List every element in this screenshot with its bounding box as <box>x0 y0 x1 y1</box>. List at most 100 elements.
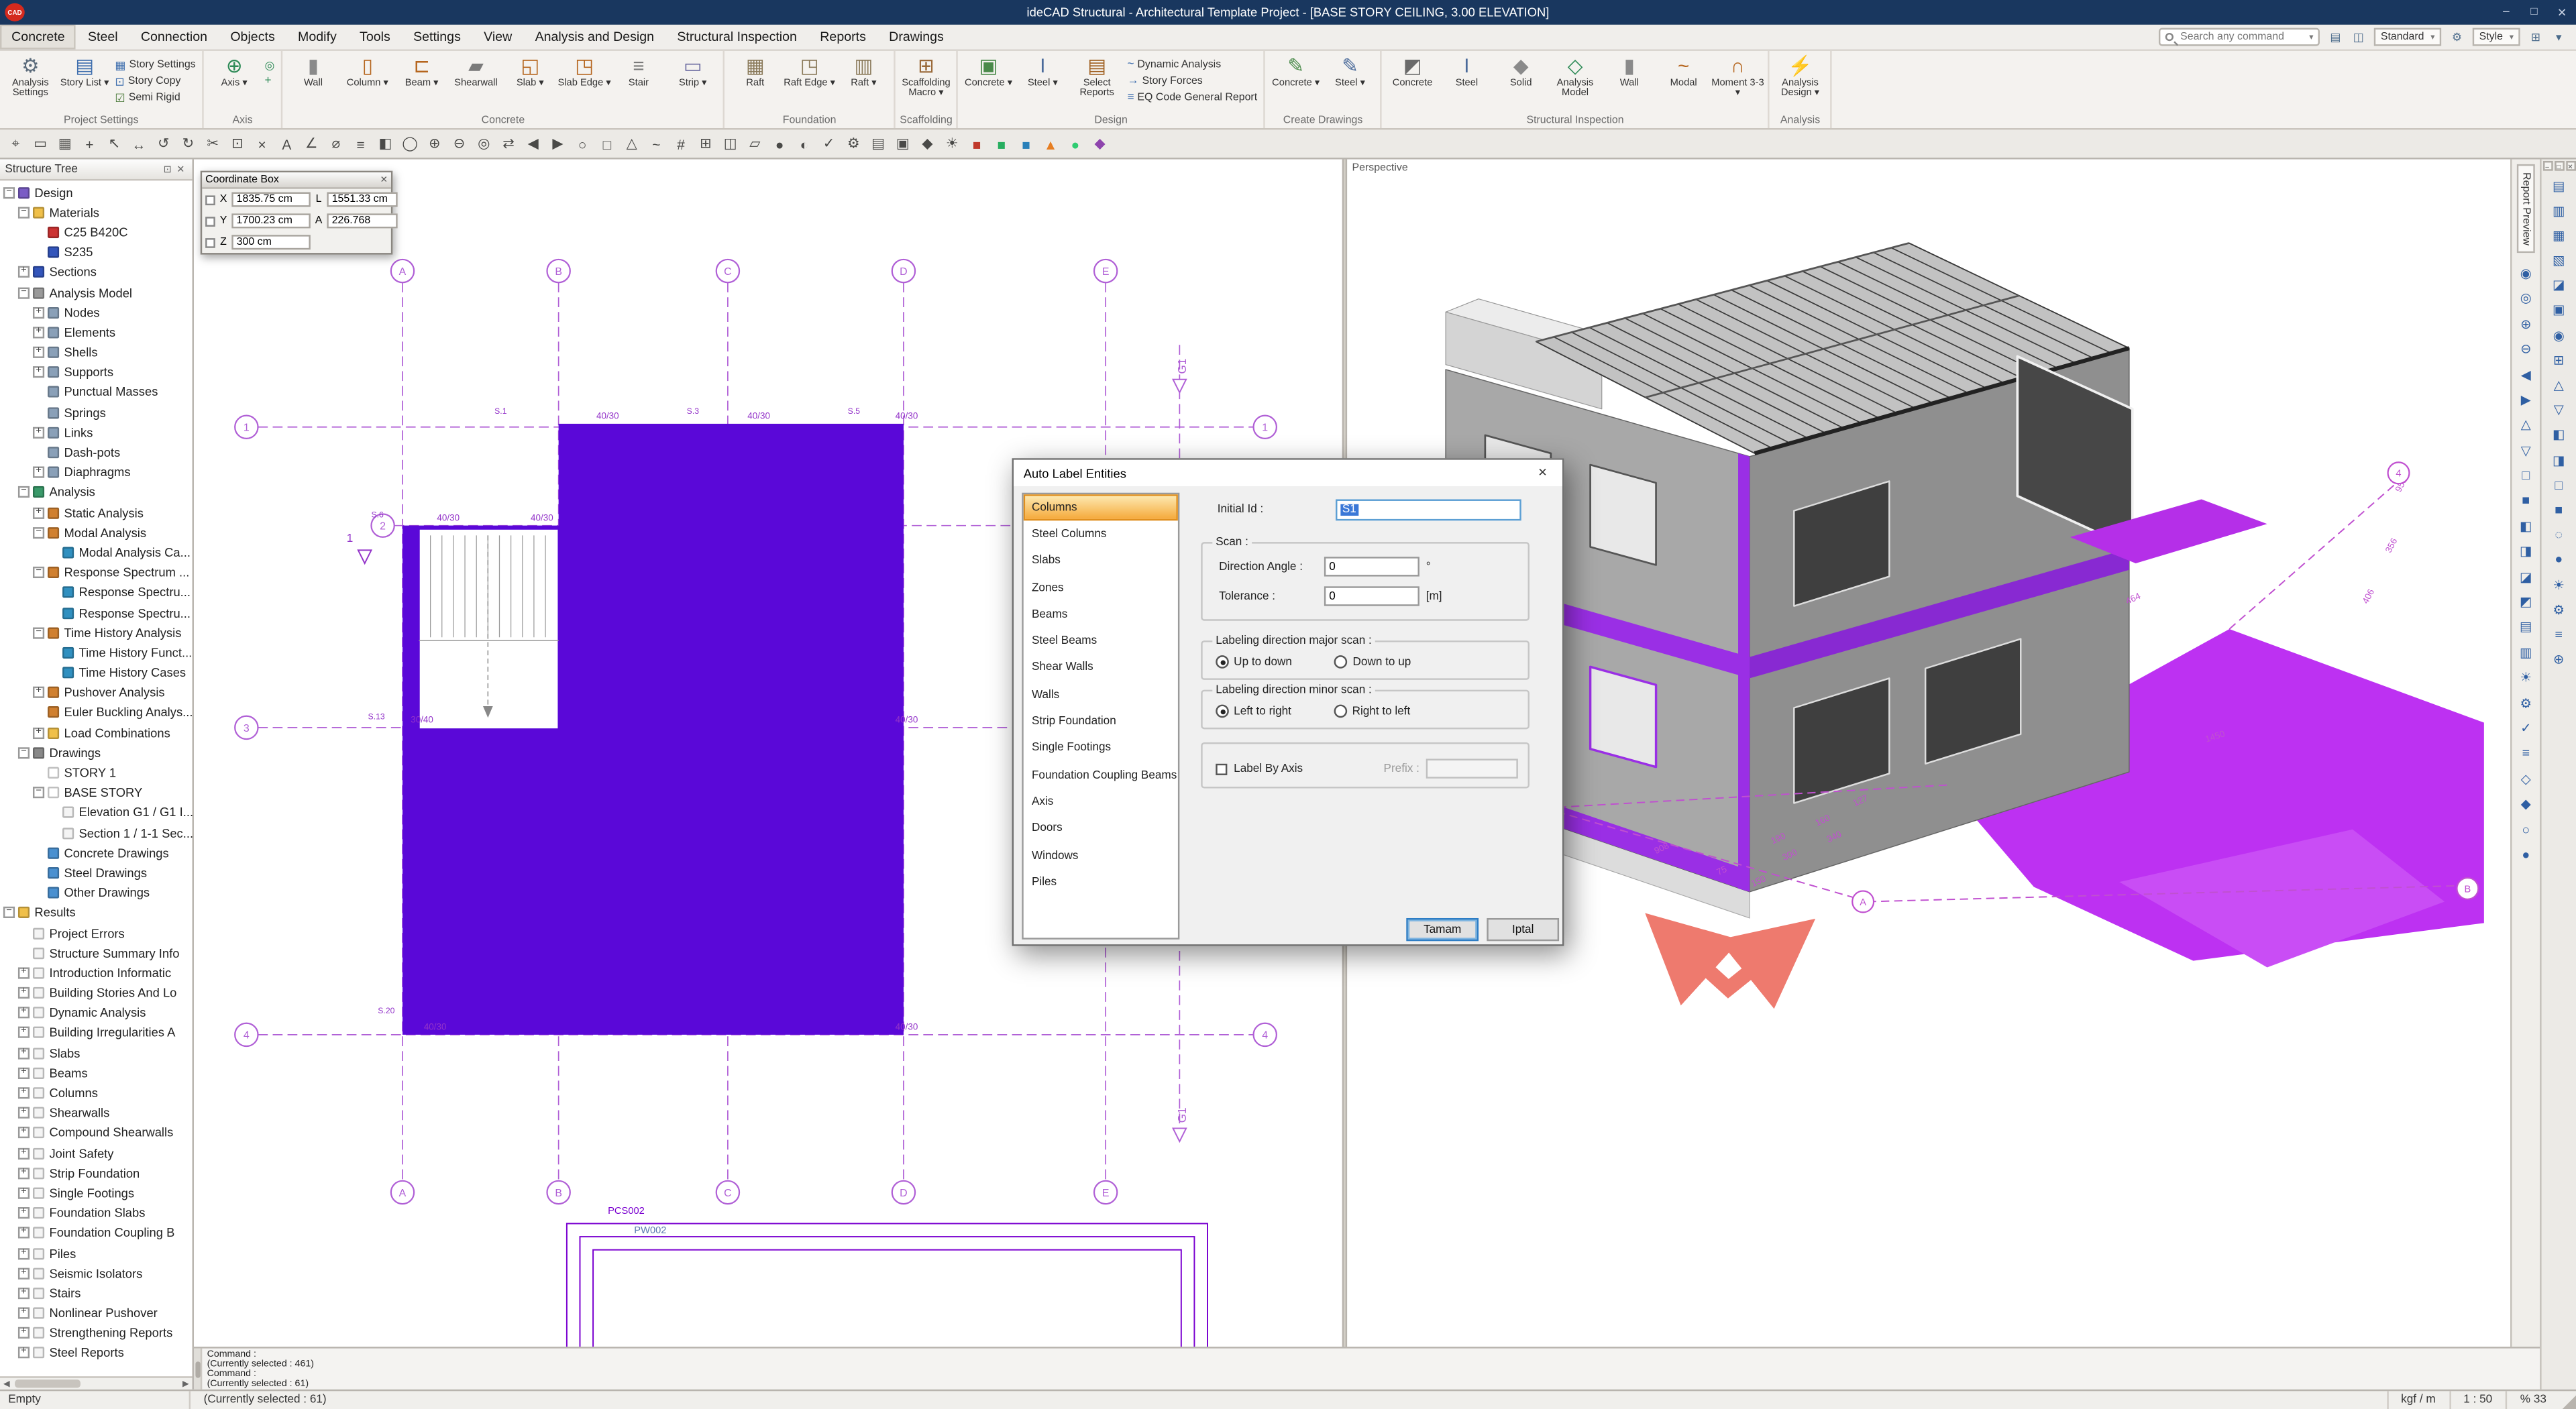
expander-icon[interactable]: + <box>18 1267 30 1279</box>
shade-mode-icon[interactable]: ◐ <box>793 132 816 155</box>
expander-icon[interactable]: + <box>18 1227 30 1239</box>
ribbon-steel-button[interactable]: ✎Steel ▾ <box>1323 52 1377 89</box>
menu-item-analysis-and-design[interactable]: Analysis and Design <box>523 25 665 50</box>
expander-icon[interactable]: − <box>3 186 15 198</box>
light-tool-icon[interactable]: ☀ <box>941 132 963 155</box>
angular-dimension-icon[interactable]: ∠ <box>300 132 323 155</box>
x-input[interactable]: 1835.75 cm <box>231 192 311 207</box>
list-tool-icon[interactable]: ≡ <box>2549 625 2569 644</box>
expander-icon[interactable]: − <box>33 567 44 578</box>
expander-icon[interactable]: + <box>18 1247 30 1259</box>
ribbon-eq-code-general-report-button[interactable]: ≡EQ Code General Report <box>1124 91 1260 105</box>
ribbon-raft-button[interactable]: ▥Raft ▾ <box>837 52 891 89</box>
scroll-thumb[interactable] <box>195 1361 201 1377</box>
special-tool-icon[interactable]: ◆ <box>1088 132 1111 155</box>
tree-item-steel-drawings[interactable]: Steel Drawings <box>0 863 193 883</box>
tree-item-stairs[interactable]: +Stairs <box>0 1283 193 1303</box>
tree-item-shearwalls[interactable]: +Shearwalls <box>0 1103 193 1123</box>
radio-down-to-up[interactable]: Down to up <box>1335 655 1411 669</box>
wire-tool-icon[interactable]: ◌ <box>2549 525 2569 545</box>
entity-item-walls[interactable]: Walls <box>1024 682 1178 709</box>
apply-view-icon[interactable]: ✓ <box>2516 718 2536 738</box>
entity-item-strip-foundation[interactable]: Strip Foundation <box>1024 708 1178 735</box>
menu-item-modify[interactable]: Modify <box>286 25 348 50</box>
mdi-close-button[interactable]: ✕ <box>2565 161 2575 171</box>
expander-icon[interactable]: + <box>33 467 44 478</box>
ribbon-raft-button[interactable]: ▦Raft <box>728 52 782 89</box>
tree-item-elements[interactable]: +Elements <box>0 323 193 343</box>
table-tool-icon[interactable]: ▤ <box>867 132 890 155</box>
expander-icon[interactable]: − <box>18 487 30 498</box>
table-tool-icon[interactable]: ▥ <box>2549 201 2569 220</box>
units-indicator[interactable]: kgf / m <box>2386 1391 2449 1409</box>
wireframe-mode-icon[interactable]: □ <box>2516 465 2536 485</box>
previous-view-icon[interactable]: ◀ <box>522 132 545 155</box>
tree-item-time-history-funct[interactable]: Time History Funct... <box>0 642 193 663</box>
profile-select[interactable]: Standard ▾ <box>2374 28 2441 46</box>
ribbon-semi-rigid-button[interactable]: ☑Semi Rigid <box>112 91 199 105</box>
expander-icon[interactable]: + <box>18 1207 30 1219</box>
expander-icon[interactable]: + <box>18 1107 30 1119</box>
y-lock-checkbox[interactable] <box>205 216 215 226</box>
menu-item-reports[interactable]: Reports <box>808 25 877 50</box>
orbit-left-icon[interactable]: ◀ <box>2516 365 2536 384</box>
ribbon-story-copy-button[interactable]: ⊡Story Copy <box>112 74 199 89</box>
entity-item-doors[interactable]: Doors <box>1024 815 1178 842</box>
menu-item-connection[interactable]: Connection <box>129 25 219 50</box>
up-tool-icon[interactable]: △ <box>2549 376 2569 395</box>
menu-item-drawings[interactable]: Drawings <box>877 25 955 50</box>
scroll-thumb[interactable] <box>15 1379 80 1388</box>
menu-item-objects[interactable]: Objects <box>219 25 286 50</box>
pin-icon[interactable]: ⊡ <box>161 164 174 175</box>
tree-item-load-combinations[interactable]: +Load Combinations <box>0 723 193 743</box>
status-display-icon[interactable]: ● <box>1064 132 1087 155</box>
spline-tool-icon[interactable]: ~ <box>645 132 667 155</box>
select-icon[interactable]: ⌖ <box>4 132 27 155</box>
tree-horizontal-scrollbar[interactable]: ◀ ▶ <box>0 1376 193 1390</box>
tree-item-analysis-model[interactable]: −Analysis Model <box>0 282 193 302</box>
tree-item-analysis[interactable]: −Analysis <box>0 483 193 503</box>
ribbon-select-reports-button[interactable]: ▤Select Reports <box>1070 52 1124 100</box>
minimize-button[interactable]: – <box>2492 0 2520 25</box>
zoom-extents-icon[interactable]: ◎ <box>472 132 495 155</box>
tree-item-foundation-coupling-b[interactable]: +Foundation Coupling B <box>0 1223 193 1243</box>
entity-item-beams[interactable]: Beams <box>1024 602 1178 628</box>
stretch-icon[interactable]: ↔ <box>127 132 150 155</box>
tree-item-drawings[interactable]: −Drawings <box>0 743 193 763</box>
resize-grip[interactable] <box>2560 1391 2576 1409</box>
half-section-x-icon[interactable]: ◧ <box>2516 516 2536 536</box>
orbit-down-icon[interactable]: ▽ <box>2516 441 2536 460</box>
tree-item-response-spectru[interactable]: Response Spectru... <box>0 583 193 603</box>
tree-item-links[interactable]: +Links <box>0 422 193 443</box>
rectangle-tool-icon[interactable]: □ <box>596 132 619 155</box>
render-mode-icon[interactable]: ▣ <box>892 132 914 155</box>
scale-indicator[interactable]: 1 : 50 <box>2449 1391 2506 1409</box>
x-lock-checkbox[interactable] <box>205 194 215 205</box>
tree-item-building-irregularities-a[interactable]: +Building Irregularities A <box>0 1023 193 1043</box>
tree-item-supports[interactable]: +Supports <box>0 362 193 382</box>
command-search[interactable]: ▾ <box>2159 28 2320 46</box>
expander-icon[interactable]: + <box>33 727 44 738</box>
tree-item-base-story[interactable]: −BASE STORY <box>0 783 193 803</box>
entity-item-shear-walls[interactable]: Shear Walls <box>1024 655 1178 682</box>
tree-item-static-analysis[interactable]: +Static Analysis <box>0 502 193 522</box>
tree-item-sections[interactable]: +Sections <box>0 262 193 282</box>
tree-item-steel-reports[interactable]: +Steel Reports <box>0 1343 193 1363</box>
tree-item-materials[interactable]: −Materials <box>0 203 193 223</box>
solid-mode-icon[interactable]: ■ <box>2516 491 2536 510</box>
solid-tool-icon[interactable]: ■ <box>2549 500 2569 520</box>
left-half-tool-icon[interactable]: ◧ <box>2549 425 2569 445</box>
tree-item-springs[interactable]: Springs <box>0 402 193 422</box>
tree-item-seismic-isolators[interactable]: +Seismic Isolators <box>0 1263 193 1284</box>
ribbon-stair-button[interactable]: ≡Stair <box>612 52 666 89</box>
circle-tool-icon[interactable]: ○ <box>571 132 594 155</box>
orbit-up-icon[interactable]: △ <box>2516 415 2536 435</box>
undo-icon[interactable]: ↺ <box>152 132 175 155</box>
right-half-tool-icon[interactable]: ◨ <box>2549 450 2569 469</box>
layer-color-green-icon[interactable]: ■ <box>990 132 1013 155</box>
ribbon-analysis-model-button[interactable]: ◇Analysis Model <box>1548 52 1603 100</box>
ribbon-moment-3-3-button[interactable]: ∩Moment 3-3 ▾ <box>1711 52 1765 100</box>
tree-item-response-spectru[interactable]: Response Spectru... <box>0 603 193 623</box>
search-input[interactable] <box>2177 30 2306 44</box>
text-icon[interactable]: A <box>275 132 298 155</box>
